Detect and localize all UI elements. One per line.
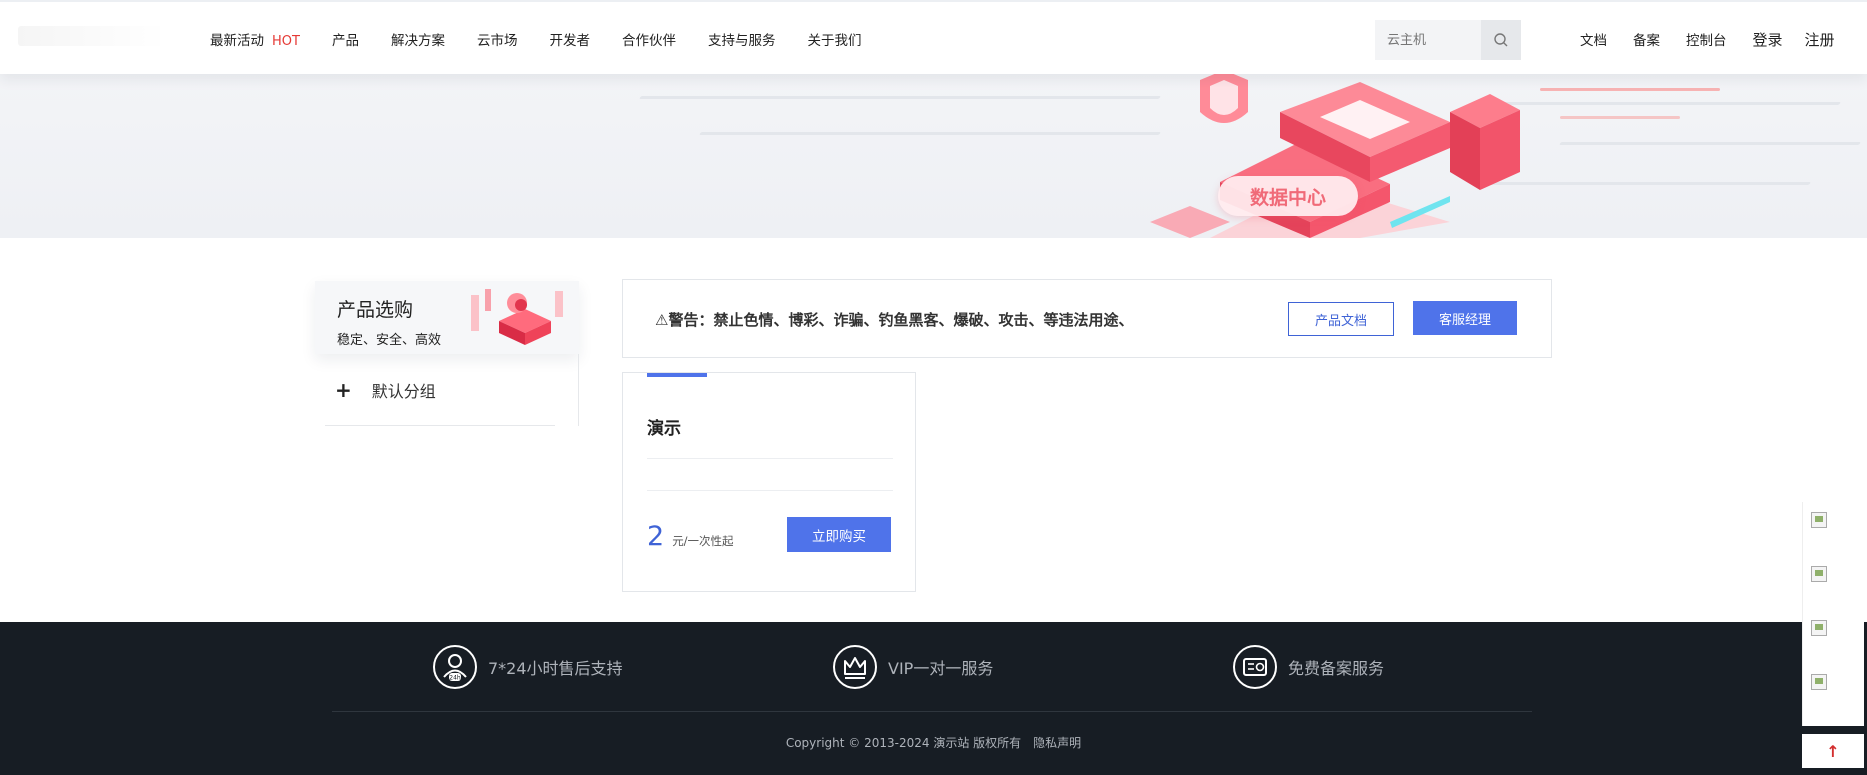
nav-item-about[interactable]: 关于我们 — [807, 29, 861, 49]
footer-divider — [332, 711, 1532, 712]
product-price: 2 元/一次性起 — [647, 521, 734, 552]
certificate-icon — [1233, 645, 1277, 689]
warning-text: ⚠警告：禁止色情、博彩、诈骗、钓鱼黑客、爆破、攻击、等违法用途、 — [655, 311, 1134, 329]
plus-icon: + — [335, 377, 352, 402]
price-value: 2 — [647, 521, 665, 552]
sidebar-group-default[interactable]: + 默认分组 — [325, 354, 555, 426]
search-input[interactable] — [1375, 20, 1481, 60]
banner-decor-line — [1559, 142, 1861, 145]
search-icon — [1494, 33, 1508, 47]
svg-text:24h: 24h — [449, 675, 461, 682]
copyright: Copyright © 2013-2024 演示站 版权所有 隐私声明 — [0, 734, 1867, 751]
register-link[interactable]: 注册 — [1805, 29, 1835, 50]
product-card: 演示 2 元/一次性起 立即购买 — [622, 372, 916, 592]
banner-decor-line — [639, 96, 1161, 99]
card-accent-bar — [647, 373, 707, 377]
copyright-text: Copyright © 2013-2024 演示站 版权所有 — [785, 736, 1022, 750]
datacenter-illustration — [1150, 72, 1520, 238]
search-button[interactable] — [1481, 20, 1521, 60]
nav-item-cloud-market[interactable]: 云市场 — [477, 29, 518, 49]
divider — [647, 458, 893, 459]
feature-label: 免费备案服务 — [1288, 659, 1385, 678]
crown-icon — [833, 645, 877, 689]
product-name: 演示 — [647, 419, 681, 439]
sidebar-header: 产品选购 稳定、安全、高效 — [315, 281, 579, 354]
hot-badge: HOT — [272, 34, 300, 49]
nav-item-solutions[interactable]: 解决方案 — [391, 29, 445, 49]
nav-item-developers[interactable]: 开发者 — [549, 29, 590, 49]
sidebar-subtitle: 稳定、安全、高效 — [337, 333, 442, 348]
banner-decor-line — [699, 132, 1161, 135]
sidebar-title: 产品选购 — [337, 299, 414, 321]
nav-item-partners[interactable]: 合作伙伴 — [622, 29, 676, 49]
search-box — [1375, 20, 1521, 60]
main-nav: 最新活动 HOT 产品 解决方案 云市场 开发者 合作伙伴 支持与服务 关于我们 — [210, 2, 893, 76]
broken-image-icon[interactable] — [1811, 620, 1827, 636]
feature-label: VIP一对一服务 — [888, 659, 994, 678]
arrow-up-icon: ↑ — [1826, 741, 1840, 761]
feature-label: 7*24小时售后支持 — [488, 659, 623, 678]
divider — [647, 490, 893, 491]
login-link[interactable]: 登录 — [1753, 29, 1783, 50]
datacenter-label: 数据中心 — [1218, 176, 1358, 216]
feature-beian: 免费备案服务 — [1232, 644, 1384, 690]
sidebar-groups: + 默认分组 — [315, 354, 579, 426]
top-header: 最新活动 HOT 产品 解决方案 云市场 开发者 合作伙伴 支持与服务 关于我们 … — [0, 0, 1867, 74]
console-link[interactable]: 控制台 — [1686, 29, 1727, 49]
site-logo[interactable] — [18, 26, 168, 46]
site-footer: 24h 7*24小时售后支持 VIP一对一服务 免费备案服务 Copyright… — [0, 622, 1867, 775]
cube-illustration-icon — [471, 289, 563, 345]
nav-item-latest-activity[interactable]: 最新活动 HOT — [210, 29, 300, 49]
back-to-top-button[interactable]: ↑ — [1802, 734, 1864, 768]
notice-bar: ⚠警告：禁止色情、博彩、诈骗、钓鱼黑客、爆破、攻击、等违法用途、 产品文档 客服… — [622, 279, 1552, 358]
nav-item-label: 最新活动 — [210, 33, 264, 49]
support-24h-icon: 24h — [433, 645, 477, 689]
nav-item-support[interactable]: 支持与服务 — [708, 29, 776, 49]
sidebar-group-label: 默认分组 — [371, 381, 436, 401]
broken-image-icon[interactable] — [1811, 512, 1827, 528]
product-docs-button[interactable]: 产品文档 — [1288, 302, 1394, 336]
docs-link[interactable]: 文档 — [1580, 29, 1607, 49]
privacy-link[interactable]: 隐私声明 — [1033, 736, 1081, 750]
beian-link[interactable]: 备案 — [1633, 29, 1660, 49]
hero-banner: 数据中心 — [0, 72, 1867, 238]
broken-image-icon[interactable] — [1811, 566, 1827, 582]
nav-item-products[interactable]: 产品 — [332, 29, 359, 49]
buy-now-button[interactable]: 立即购买 — [787, 517, 891, 552]
broken-image-icon[interactable] — [1811, 674, 1827, 690]
floating-toolbar — [1802, 502, 1864, 726]
customer-manager-button[interactable]: 客服经理 — [1413, 301, 1517, 335]
header-links: 文档 备案 控制台 登录 注册 — [1580, 2, 1857, 76]
price-unit: 元/一次性起 — [672, 534, 734, 548]
feature-vip: VIP一对一服务 — [832, 644, 993, 690]
feature-support: 24h 7*24小时售后支持 — [432, 644, 623, 690]
